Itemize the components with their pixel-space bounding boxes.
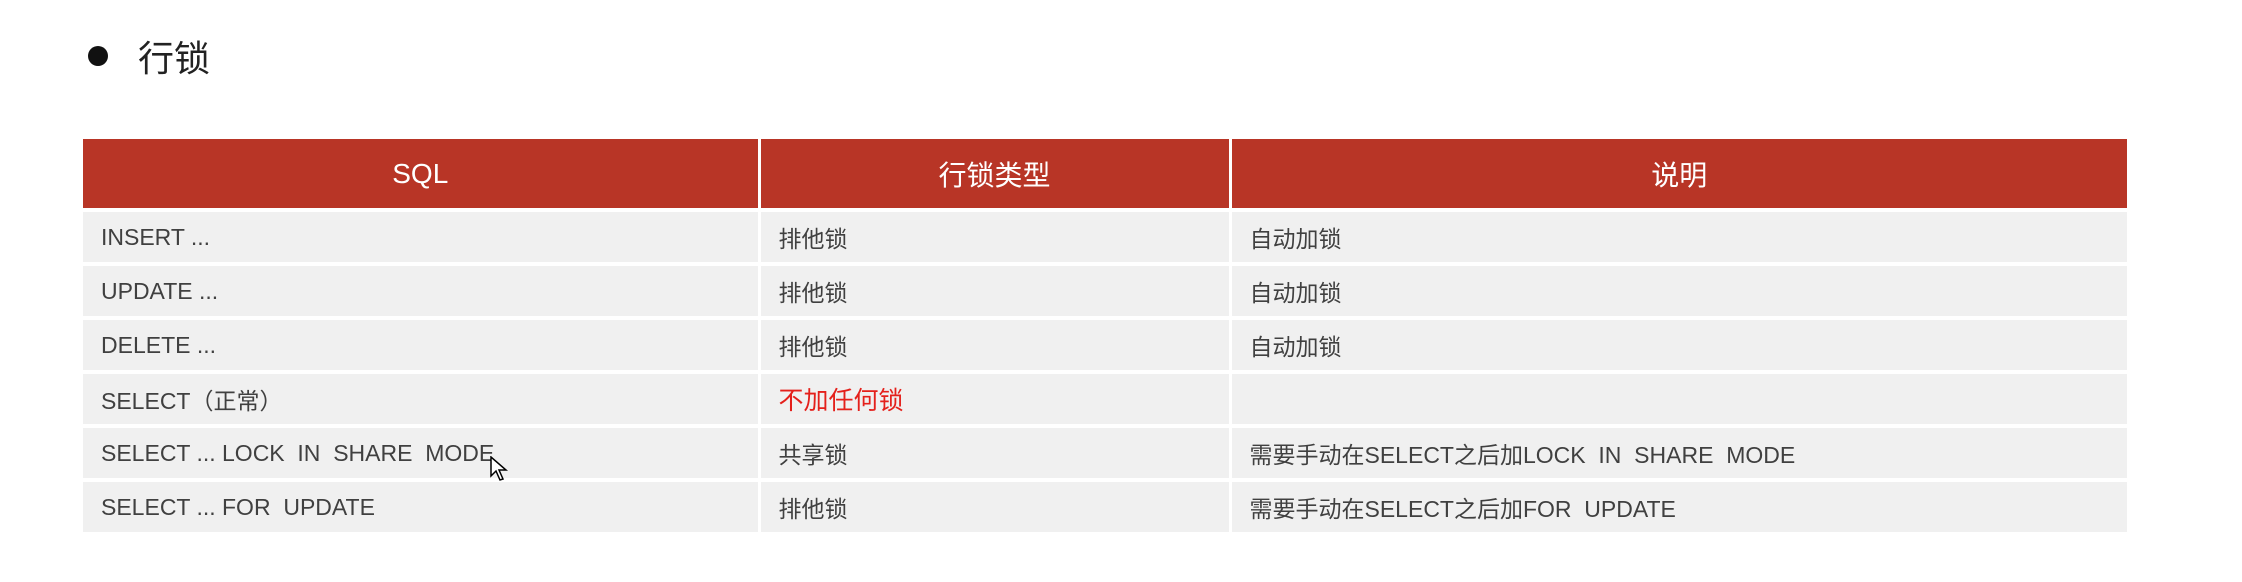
header-description: 说明 <box>1230 139 2127 210</box>
cell-description: 自动加锁 <box>1230 208 2127 264</box>
cell-description: 需要手动在SELECT之后加LOCK IN SHARE MODE <box>1230 424 2127 480</box>
cell-lock-type: 排他锁 <box>759 262 1232 318</box>
section-title: 行锁 <box>88 30 210 82</box>
cell-sql: SELECT ... LOCK IN SHARE MODE <box>83 424 761 480</box>
table-header-row: SQL 行锁类型 说明 <box>83 139 2127 210</box>
cell-description: 自动加锁 <box>1230 316 2127 372</box>
cell-description <box>1230 370 2127 426</box>
table-row: SELECT（正常） 不加任何锁 <box>83 370 2127 426</box>
cell-lock-type: 排他锁 <box>759 316 1232 372</box>
table-row: UPDATE ... 排他锁 自动加锁 <box>83 262 2127 318</box>
cell-lock-type: 共享锁 <box>759 424 1232 480</box>
cell-lock-type: 排他锁 <box>759 478 1232 532</box>
section-title-text: 行锁 <box>138 38 211 79</box>
cell-sql: INSERT ... <box>83 208 761 264</box>
cell-lock-type: 排他锁 <box>759 208 1232 264</box>
cell-description: 自动加锁 <box>1230 262 2127 318</box>
row-lock-table: SQL 行锁类型 说明 INSERT ... 排他锁 自动加锁 UPDATE .… <box>83 139 2127 532</box>
bullet-icon <box>88 46 108 66</box>
cell-lock-type-highlight: 不加任何锁 <box>759 370 1232 426</box>
table-row: SELECT ... FOR UPDATE 排他锁 需要手动在SELECT之后加… <box>83 478 2127 532</box>
mouse-cursor-icon <box>490 456 508 481</box>
header-lock-type: 行锁类型 <box>759 139 1232 210</box>
table-row: SELECT ... LOCK IN SHARE MODE 共享锁 需要手动在S… <box>83 424 2127 480</box>
cell-sql: SELECT ... FOR UPDATE <box>83 478 761 532</box>
cell-sql: UPDATE ... <box>83 262 761 318</box>
cell-sql: DELETE ... <box>83 316 761 372</box>
table-row: INSERT ... 排他锁 自动加锁 <box>83 208 2127 264</box>
cell-description: 需要手动在SELECT之后加FOR UPDATE <box>1230 478 2127 532</box>
table-row: DELETE ... 排他锁 自动加锁 <box>83 316 2127 372</box>
cell-sql: SELECT（正常） <box>83 370 761 426</box>
header-sql: SQL <box>83 139 761 210</box>
